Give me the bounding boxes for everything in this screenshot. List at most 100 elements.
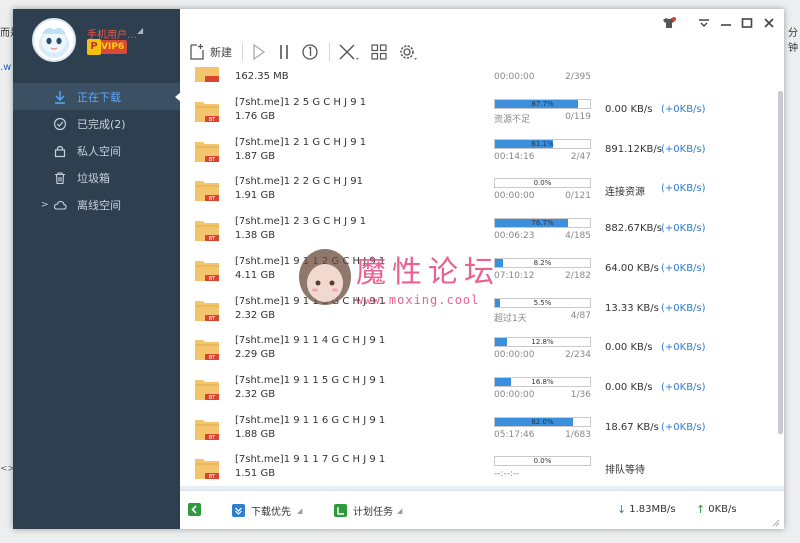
sidebar-item-trash[interactable]: 垃圾箱: [13, 164, 180, 191]
download-icon: [55, 90, 65, 104]
file-name: [7sht.me]1 2 5 G C H J 9 1: [235, 97, 367, 108]
new-file-icon: [190, 44, 204, 60]
scheduled-task-button[interactable]: 计划任务 ◢: [334, 503, 402, 518]
expand-chevron-icon[interactable]: >: [41, 200, 49, 210]
progress-label: 0.0%: [533, 179, 552, 188]
scheduled-task-label: 计划任务: [353, 507, 393, 518]
pause-button[interactable]: [277, 43, 291, 61]
sidebar-item-completed[interactable]: 已完成(2): [13, 110, 180, 137]
progress-bar: 0.0%: [494, 456, 591, 467]
bt-file-icon: BT: [195, 459, 219, 480]
download-row[interactable]: BT [7sht.me]1 9 1 1 6 G C H J 9 1 1.88 G…: [180, 409, 774, 449]
upload-speed: (+0KB/s): [661, 421, 706, 433]
sidebar-item-label: 垃圾箱: [77, 171, 110, 185]
sidebar-item-offline[interactable]: > 离线空间: [13, 191, 180, 218]
file-size: 1.38 GB: [235, 230, 276, 242]
download-speed: 0.00 KB/s: [605, 104, 653, 115]
file-size: 2.32 GB: [235, 309, 276, 321]
download-row[interactable]: BT [7sht.me]1 2 1 G C H J 9 1 1.87 GB 61…: [180, 131, 774, 171]
remaining-time: 00:00:00: [494, 72, 535, 82]
file-name: [7sht.me]1 2 1 G C H J 9 1: [235, 136, 367, 148]
download-priority-button[interactable]: 下载优先 ◢: [232, 503, 302, 518]
download-row[interactable]: BT [7sht.me]1 9 1 1 7 G C H J 9 1 1.51 G…: [180, 448, 774, 486]
vertical-scrollbar[interactable]: [778, 91, 783, 434]
svg-text:BT: BT: [209, 474, 216, 480]
connections: 1/683: [565, 429, 591, 440]
download-row[interactable]: BT [7sht.me]1 9 1 1 3 G C H J 9 1 2.32 G…: [180, 290, 774, 330]
file-size: 4.11 GB: [235, 269, 276, 281]
minimize-icon[interactable]: [720, 17, 732, 29]
view-grid-button[interactable]: [370, 43, 388, 61]
delete-button[interactable]: [338, 43, 360, 61]
schedule-icon: [334, 504, 347, 517]
new-task-button[interactable]: 新建: [188, 43, 232, 61]
status-bar: 下载优先 ◢ 计划任务 ◢ ↓ 1.83MB/s ↑ 0KB/s: [180, 486, 784, 529]
sidebar-item-downloading[interactable]: 正在下载: [13, 83, 181, 110]
remaining-time: --:--:--: [494, 469, 520, 480]
download-row-partial[interactable]: 162.35 MB 00:00:00 2/395: [180, 67, 774, 91]
remaining-time: 00:00:00: [494, 350, 535, 361]
progress-bar: 0.0%: [494, 178, 591, 189]
resize-grip-icon[interactable]: [772, 519, 780, 527]
sidebar-item-private[interactable]: 私人空间: [13, 137, 180, 164]
start-button[interactable]: [251, 43, 267, 61]
file-size: 2.32 GB: [235, 388, 276, 400]
skin-icon[interactable]: [662, 17, 676, 29]
svg-text:BT: BT: [209, 435, 216, 441]
progress-bar: 12.8%: [494, 337, 591, 348]
connections: 4/185: [565, 231, 591, 242]
connections: 2/395: [565, 72, 591, 82]
download-speed: 64.00 KB/s: [605, 262, 659, 274]
connections: 0/121: [565, 191, 591, 202]
progress-label: 12.8%: [531, 338, 554, 347]
file-name: [7sht.me]1 9 1 1 5 G C H J 9 1: [235, 374, 386, 386]
download-row[interactable]: BT [7sht.me]1 2 2 G C H J 91 1.91 GB 0.0…: [180, 170, 774, 210]
download-row[interactable]: BT [7sht.me]1 9 1 1 2 G C H J 9 1 4.11 G…: [180, 250, 774, 290]
vip-p-icon: P: [87, 39, 101, 55]
file-size: 1.76 GB: [235, 111, 276, 122]
delete-x-icon: [339, 44, 359, 60]
svg-text:BT: BT: [209, 196, 216, 202]
upload-speed: 0KB/s: [708, 504, 737, 515]
progress-label: 8.2%: [533, 258, 552, 267]
file-size: 1.91 GB: [235, 190, 276, 202]
file-name: [7sht.me]1 9 1 1 6 G C H J 9 1: [235, 414, 386, 426]
file-size: 1.51 GB: [235, 468, 276, 480]
avatar[interactable]: [32, 18, 76, 62]
bt-file-icon: BT: [195, 102, 219, 123]
upload-speed: (+0KB/s): [661, 223, 706, 235]
download-row[interactable]: BT [7sht.me]1 9 1 1 4 G C H J 9 1 2.29 G…: [180, 329, 774, 369]
connections: 2/234: [565, 350, 591, 361]
file-name: [7sht.me]1 9 1 1 7 G C H J 9 1: [235, 454, 386, 466]
collapse-sidebar-button[interactable]: [188, 503, 207, 516]
arrow-left-icon: [188, 503, 201, 516]
upload-speed-indicator: ↑ 0KB/s: [696, 503, 737, 516]
progress-bar: 16.8%: [494, 376, 591, 387]
svg-text:BT: BT: [209, 276, 216, 282]
file-size: 2.29 GB: [235, 349, 276, 361]
file-name: [7sht.me]1 9 1 1 3 G C H J 9 1: [235, 295, 386, 307]
upload-speed: (+0KB/s): [661, 342, 706, 354]
dropdown-caret-icon: ◢: [397, 506, 403, 515]
download-speed: 排队等待: [605, 465, 645, 477]
bt-file-icon: BT: [195, 340, 219, 361]
vip-badge[interactable]: P VIP6: [87, 39, 128, 55]
download-row[interactable]: BT [7sht.me]1 2 3 G C H J 9 1 1.38 GB 76…: [180, 210, 774, 250]
upload-speed: (+0KB/s): [661, 183, 706, 195]
bt-file-icon: BT: [195, 141, 219, 163]
download-row[interactable]: BT [7sht.me]1 9 1 1 5 G C H J 9 1 2.32 G…: [180, 369, 774, 409]
menu-icon[interactable]: [698, 17, 710, 29]
up-arrow-icon: ↑: [696, 503, 706, 516]
close-icon[interactable]: [763, 17, 775, 29]
settings-button[interactable]: [398, 43, 418, 61]
progress-bar: 5.5%: [494, 297, 591, 308]
progress-bar: 82.0%: [494, 416, 591, 427]
cloud-icon: [53, 200, 67, 210]
maximize-icon[interactable]: [741, 17, 753, 29]
progress-bar: 87.7%: [494, 99, 591, 109]
upload-speed: (+0KB/s): [661, 302, 706, 314]
speed-limit-button[interactable]: [301, 43, 319, 61]
download-row[interactable]: BT [7sht.me]1 2 5 G C H J 9 1 1.76 GB 87…: [180, 91, 774, 131]
username-caret-icon[interactable]: ◢: [137, 26, 143, 35]
priority-icon: [232, 504, 245, 517]
